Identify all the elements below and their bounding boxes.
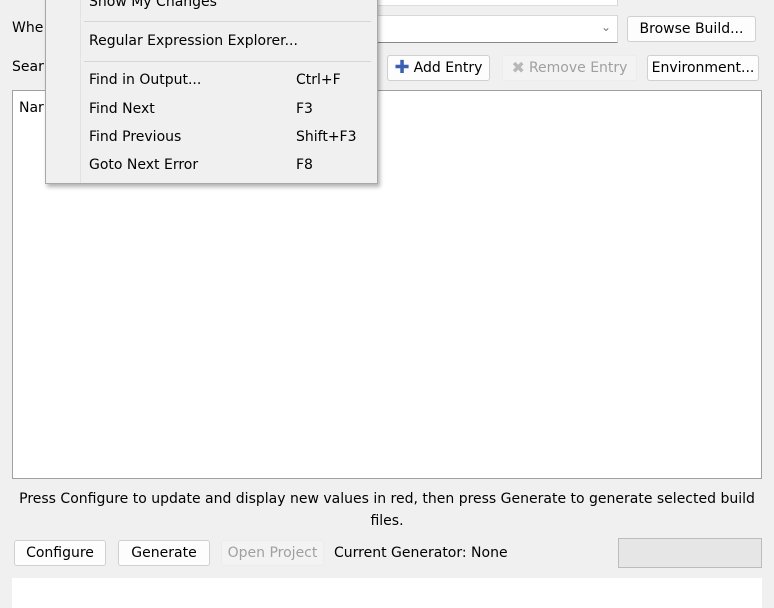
shortcut-find-in-output: Ctrl+F	[296, 72, 341, 88]
source-input[interactable]	[370, 0, 618, 6]
status-message: Press Configure to update and display ne…	[19, 491, 755, 529]
where-build-label: Whe	[12, 20, 44, 36]
add-entry-label: Add Entry	[413, 60, 483, 76]
shortcut-find-next: F3	[296, 101, 313, 117]
menu-item-find-next[interactable]: Find Next	[89, 101, 155, 117]
tree-header-name: Nar	[19, 100, 44, 116]
remove-entry-label: Remove Entry	[528, 60, 628, 76]
menu-item-find-previous[interactable]: Find Previous	[89, 129, 181, 145]
progress-bar	[618, 538, 762, 568]
menu-item-goto-next-error[interactable]: Goto Next Error	[89, 157, 198, 173]
configure-button[interactable]: Configure	[14, 540, 106, 566]
tools-menu: Show My Changes Regular Expression Explo…	[45, 0, 378, 184]
menu-separator	[84, 61, 371, 62]
plus-icon: ✚	[394, 57, 410, 78]
environment-button[interactable]: Environment...	[647, 55, 759, 81]
build-dir-combo[interactable]: ⌄	[370, 15, 618, 43]
output-panel[interactable]	[12, 578, 762, 608]
remove-icon: ✖	[511, 58, 525, 77]
browse-build-button[interactable]: Browse Build...	[627, 16, 756, 42]
generate-button[interactable]: Generate	[118, 540, 210, 566]
shortcut-goto-next-error: F8	[296, 157, 313, 173]
add-entry-button[interactable]: ✚ Add Entry	[387, 55, 490, 81]
chevron-down-icon: ⌄	[600, 20, 611, 34]
shortcut-find-previous: Shift+F3	[296, 129, 357, 145]
menu-separator	[84, 21, 371, 22]
remove-entry-button[interactable]: ✖ Remove Entry	[502, 55, 637, 81]
menu-item-find-in-output[interactable]: Find in Output...	[89, 72, 201, 88]
menu-item-show-my-changes[interactable]: Show My Changes	[89, 0, 217, 10]
current-generator: Current Generator: None	[334, 545, 508, 561]
menu-item-regex-explorer[interactable]: Regular Expression Explorer...	[89, 33, 298, 49]
search-label: Sear	[12, 59, 44, 75]
open-project-button[interactable]: Open Project	[221, 540, 324, 566]
